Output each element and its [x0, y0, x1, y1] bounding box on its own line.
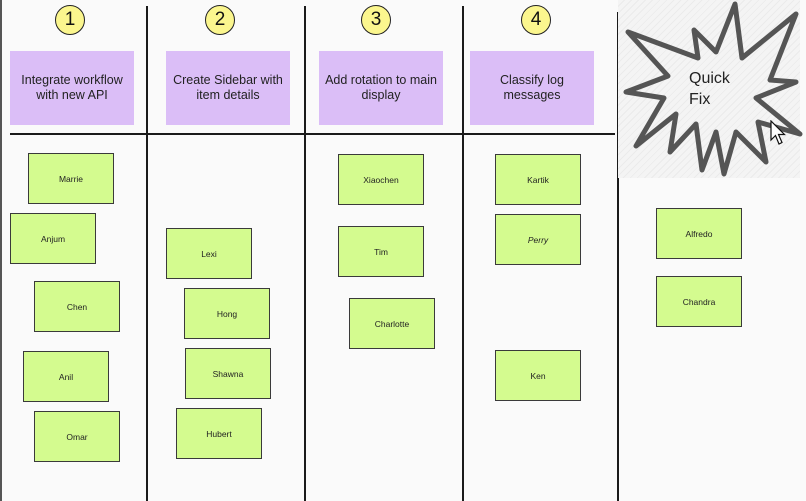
task-card-2[interactable]: Create Sidebar with item details — [166, 51, 290, 125]
sticky-note[interactable]: Kartik — [495, 154, 581, 205]
column-divider — [462, 6, 464, 501]
column-number-1[interactable]: 1 — [55, 5, 85, 35]
sticky-note[interactable]: Marrie — [28, 153, 114, 204]
quick-fix-line-1: Quick — [689, 70, 730, 87]
task-card-4[interactable]: Classify log messages — [470, 51, 594, 125]
mouse-pointer-icon — [770, 120, 786, 145]
sticky-note[interactable]: Perry — [495, 214, 581, 265]
sticky-note[interactable]: Alfredo — [656, 208, 742, 259]
header-divider — [10, 133, 615, 135]
sticky-note[interactable]: Chen — [34, 281, 120, 332]
sticky-note[interactable]: Chandra — [656, 276, 742, 327]
column-divider — [146, 6, 148, 501]
sticky-note[interactable]: Hubert — [176, 408, 262, 459]
sticky-note[interactable]: Hong — [184, 288, 270, 339]
sticky-note[interactable]: Omar — [34, 411, 120, 462]
sticky-note[interactable]: Xiaochen — [338, 154, 424, 205]
sticky-note[interactable]: Anil — [23, 351, 109, 402]
column-number-2[interactable]: 2 — [205, 5, 235, 35]
whiteboard-canvas[interactable]: 1 2 3 4 Integrate workflow with new API … — [0, 0, 806, 501]
task-card-3[interactable]: Add rotation to main display — [319, 51, 443, 125]
column-divider — [304, 6, 306, 501]
sticky-note[interactable]: Shawna — [185, 348, 271, 399]
sticky-note[interactable]: Tim — [338, 226, 424, 277]
task-card-1[interactable]: Integrate workflow with new API — [10, 51, 134, 125]
sticky-note[interactable]: Ken — [495, 350, 581, 401]
quick-fix-line-2: Fix — [689, 91, 711, 108]
column-number-4[interactable]: 4 — [521, 5, 551, 35]
sticky-note[interactable]: Lexi — [166, 228, 252, 279]
quick-fix-label: Quick Fix — [689, 68, 730, 110]
canvas-left-border — [0, 0, 2, 501]
sticky-note[interactable]: Charlotte — [349, 298, 435, 349]
sticky-note[interactable]: Anjum — [10, 213, 96, 264]
column-number-3[interactable]: 3 — [361, 5, 391, 35]
